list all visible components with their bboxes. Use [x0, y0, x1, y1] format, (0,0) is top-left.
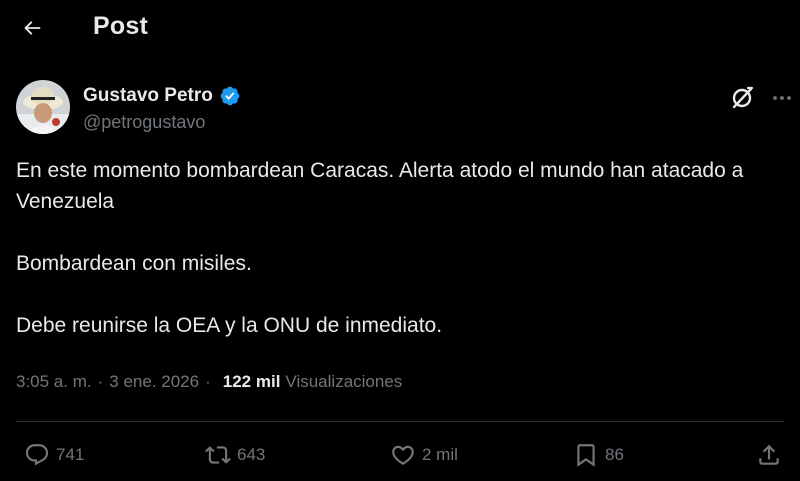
reply-count: 741 [56, 445, 85, 464]
tweet-date[interactable]: 3 ene. 2026 [109, 372, 199, 392]
bookmark-button[interactable]: 86 [573, 437, 624, 473]
heart-icon [392, 445, 414, 465]
meta-separator: · [97, 372, 104, 391]
divider [16, 421, 784, 422]
repost-icon [205, 446, 231, 464]
grok-button[interactable] [728, 84, 756, 112]
tweet-paragraph: Debe reunirse la OEA y la ONU de inmedia… [16, 314, 443, 337]
like-count: 2 mil [422, 445, 458, 464]
share-button[interactable] [756, 437, 782, 473]
reply-icon [25, 444, 49, 466]
author-handle[interactable]: @petrogustavo [83, 112, 205, 133]
bookmark-count: 86 [605, 445, 624, 464]
tweet-time[interactable]: 3:05 a. m. [16, 372, 92, 392]
repost-count: 643 [237, 445, 266, 464]
grok-icon [732, 86, 754, 109]
more-options-button[interactable] [768, 84, 796, 112]
verified-badge-icon [220, 86, 240, 106]
author-row: Gustavo Petro @petrogustavo [16, 80, 791, 136]
like-button[interactable]: 2 mil [390, 437, 458, 473]
top-bar: Post [0, 0, 800, 56]
bookmark-icon [577, 444, 595, 467]
meta-separator: · [205, 372, 211, 391]
tweet-text: En este momento bombardean Caracas. Aler… [16, 155, 776, 341]
more-horizontal-icon [773, 96, 791, 100]
repost-button[interactable]: 643 [205, 437, 265, 473]
tweet-paragraph: En este momento bombardean Caracas. Aler… [16, 159, 744, 213]
avatar[interactable] [16, 80, 70, 134]
tweet-paragraph: Bombardean con misiles. [16, 252, 252, 275]
action-bar: 741 643 2 mil 86 [0, 437, 800, 473]
share-icon [759, 444, 779, 465]
arrow-left-icon [24, 21, 41, 35]
page-title: Post [93, 12, 148, 40]
display-name[interactable]: Gustavo Petro [83, 85, 213, 107]
display-name-row: Gustavo Petro [83, 85, 241, 107]
reply-button[interactable]: 741 [24, 437, 84, 473]
tweet-meta: 3:05 a. m. · 3 ene. 2026 · 122 mil Visua… [16, 372, 402, 392]
views-label[interactable]: Visualizaciones [285, 372, 402, 392]
views-count[interactable]: 122 mil [223, 372, 281, 392]
back-button[interactable] [14, 10, 50, 46]
